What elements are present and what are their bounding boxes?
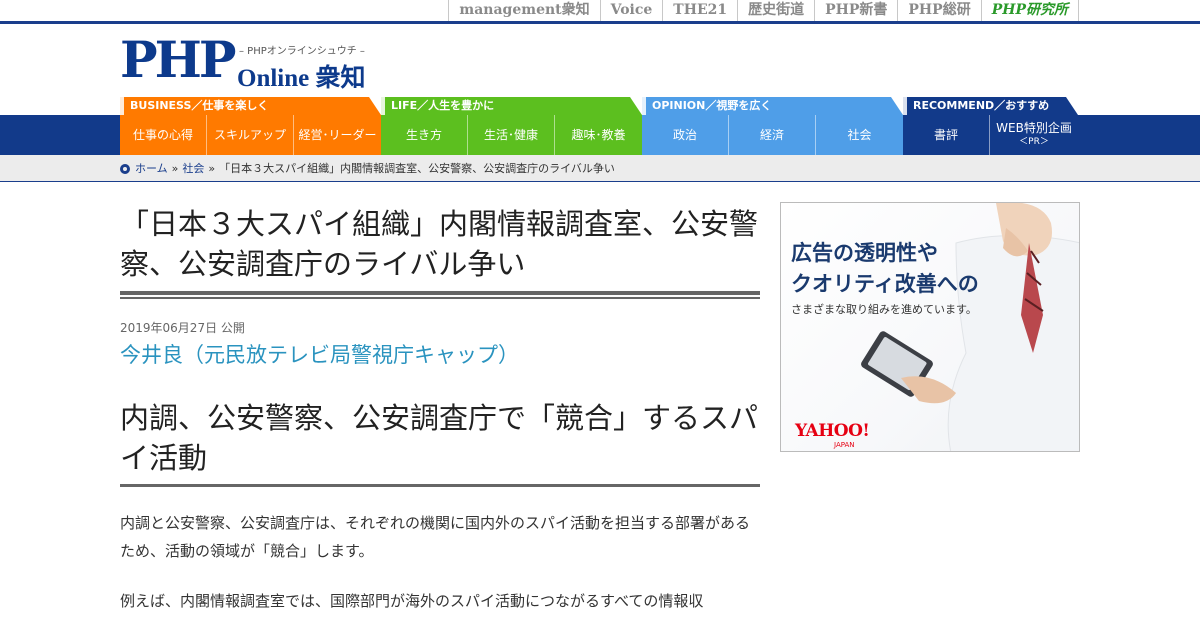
article-paragraph: 内調と公安警察、公安調査庁は、それぞれの機関に国内外のスパイ活動を担当する部署が… xyxy=(120,514,751,560)
nav-body-business: 仕事の心得 スキルアップ 経営･リーダー xyxy=(120,115,381,155)
breadcrumb-separator: » xyxy=(208,162,216,175)
nav-category-life: LIFE／人生を豊かに 生き方 生活･健康 趣味･教養 xyxy=(381,97,642,155)
nav-item-web-tokubetsu-kikaku[interactable]: WEB特別企画 ＜PR＞ xyxy=(990,115,1078,155)
nav-category-recommend: RECOMMEND／おすすめ 書評 WEB特別企画 ＜PR＞ xyxy=(903,97,1078,155)
article-paragraph: 例えば、内閣情報調査室では、国際部門が海外のスパイ活動につながるすべての情報収 xyxy=(120,592,704,610)
author-link[interactable]: 今井良（元民放テレビ局警視庁キャップ） xyxy=(120,340,760,370)
nav-body-recommend: 書評 WEB特別企画 ＜PR＞ xyxy=(903,115,1078,155)
sister-link-php-soken[interactable]: PHP総研 xyxy=(897,0,980,21)
yahoo-japan-logo-sub: JAPAN xyxy=(834,441,855,449)
sister-link-management[interactable]: management衆知 xyxy=(448,0,599,21)
title-divider xyxy=(120,291,760,299)
nav-body-opinion: 政治 経済 社会 xyxy=(642,115,903,155)
nav-body-life: 生き方 生活･健康 趣味･教養 xyxy=(381,115,642,155)
breadcrumb-category[interactable]: 社会 xyxy=(182,155,204,182)
logo-tagline: – PHPオンラインシュウチ – xyxy=(239,46,365,57)
nav-header-business[interactable]: BUSINESS／仕事を楽しく xyxy=(120,97,381,115)
logo-online-shuchi: Online 衆知 xyxy=(237,65,366,92)
nav-category-opinion: OPINION／視野を広く 政治 経済 社会 xyxy=(642,97,903,155)
logo-php-wordmark: PHP xyxy=(120,30,236,89)
nav-item-keizai[interactable]: 経済 xyxy=(729,115,816,155)
nav-item-web-label: WEB特別企画 xyxy=(996,121,1072,135)
nav-item-shakai[interactable]: 社会 xyxy=(816,115,903,155)
sister-site-links: management衆知 Voice THE21 歴史街道 PHP新書 PHP総… xyxy=(448,0,1079,21)
section-heading: 内調、公安警察、公安調査庁で「競合」するスパイ活動 xyxy=(120,401,759,475)
breadcrumb-ring-icon xyxy=(120,163,130,174)
nav-item-keiei-leader[interactable]: 経営･リーダー xyxy=(294,115,381,155)
nav-category-business: BUSINESS／仕事を楽しく 仕事の心得 スキルアップ 経営･リーダー xyxy=(120,97,381,155)
heading-divider xyxy=(120,484,760,487)
site-logo[interactable]: PHP – PHPオンラインシュウチ – Online 衆知 xyxy=(120,32,380,93)
sister-site-bar: management衆知 Voice THE21 歴史街道 PHP新書 PHP総… xyxy=(0,0,1200,24)
nav-header-life[interactable]: LIFE／人生を豊かに xyxy=(381,97,642,115)
sidebar-ad[interactable]: 広告の透明性や クオリティ改善への さまざまな取り組みを進めています。 YAHO… xyxy=(780,202,1080,452)
ad-headline-2: クオリティ改善への xyxy=(791,272,979,296)
pr-label: ＜PR＞ xyxy=(1019,137,1049,147)
nav-header-opinion[interactable]: OPINION／視野を広く xyxy=(642,97,903,115)
article-title: 「日本３大スパイ組織」内閣情報調査室、公安警察、公安調査庁のライバル争い xyxy=(120,207,759,281)
sister-link-php-shinsho[interactable]: PHP新書 xyxy=(814,0,897,21)
nav-item-seiji[interactable]: 政治 xyxy=(642,115,729,155)
sister-link-voice[interactable]: Voice xyxy=(599,0,663,21)
yahoo-japan-logo: YAHOO! xyxy=(795,421,870,441)
sister-link-the21[interactable]: THE21 xyxy=(662,0,737,21)
breadcrumb: ホーム » 社会 » 「日本３大スパイ組織」内閣情報調査室、公安警察、公安調査庁… xyxy=(120,155,615,182)
breadcrumb-bar: ホーム » 社会 » 「日本３大スパイ組織」内閣情報調査室、公安警察、公安調査庁… xyxy=(0,155,1200,182)
breadcrumb-separator: » xyxy=(171,162,179,175)
nav-item-skill-up[interactable]: スキルアップ xyxy=(207,115,294,155)
nav-item-ikikata[interactable]: 生き方 xyxy=(381,115,468,155)
nav-item-shigoto-no-kokoroe[interactable]: 仕事の心得 xyxy=(120,115,207,155)
nav-item-seikatsu-kenko[interactable]: 生活･健康 xyxy=(468,115,555,155)
sister-link-rekishikaido[interactable]: 歴史街道 xyxy=(737,0,814,21)
nav-item-shumi-kyoyo[interactable]: 趣味･教養 xyxy=(555,115,642,155)
nav-header-recommend[interactable]: RECOMMEND／おすすめ xyxy=(903,97,1078,115)
breadcrumb-current: 「日本３大スパイ組織」内閣情報調査室、公安警察、公安調査庁のライバル争い xyxy=(219,162,615,175)
article: 「日本３大スパイ組織」内閣情報調査室、公安警察、公安調査庁のライバル争い 201… xyxy=(120,204,760,615)
ad-headline-1: 広告の透明性や xyxy=(791,241,938,265)
category-nav: BUSINESS／仕事を楽しく 仕事の心得 スキルアップ 経営･リーダー LIF… xyxy=(0,97,1200,155)
sister-link-php-kenkyusho[interactable]: PHP研究所 xyxy=(980,0,1079,21)
nav-item-shohyo[interactable]: 書評 xyxy=(903,115,990,155)
ad-subtext: さまざまな取り組みを進めています。 xyxy=(791,303,977,316)
publish-date: 2019年06月27日 公開 xyxy=(120,321,245,335)
breadcrumb-home[interactable]: ホーム xyxy=(135,155,168,182)
